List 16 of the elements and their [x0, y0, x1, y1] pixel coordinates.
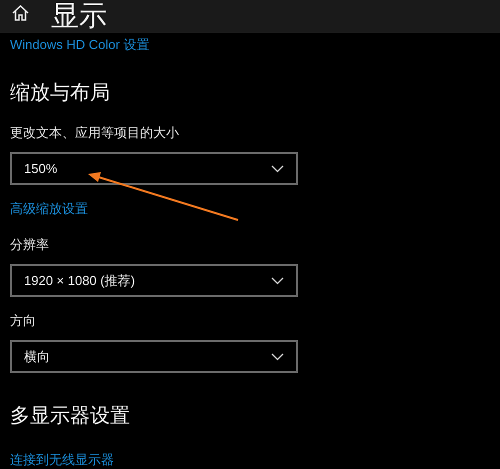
section-heading: 缩放与布局	[10, 81, 110, 106]
home-icon[interactable]	[12, 5, 29, 21]
dropdown-field[interactable]: 150%	[10, 152, 298, 185]
settings-link[interactable]: 连接到无线显示器	[10, 451, 114, 469]
dropdown-field[interactable]: 横向	[10, 340, 298, 373]
settings-link[interactable]: 高级缩放设置	[10, 200, 88, 218]
chevron-down-icon	[271, 352, 284, 360]
field-label: 分辨率	[10, 236, 49, 254]
field-label: 方向	[10, 312, 36, 330]
settings-link[interactable]: Windows HD Color 设置	[10, 36, 150, 54]
field-label: 更改文本、应用等项目的大小	[10, 124, 179, 142]
chevron-down-icon	[271, 164, 284, 172]
chevron-down-icon	[271, 276, 284, 284]
page-title: 显示	[51, 0, 107, 33]
section-heading: 多显示器设置	[10, 404, 130, 429]
dropdown-field[interactable]: 1920 × 1080 (推荐)	[10, 264, 298, 297]
